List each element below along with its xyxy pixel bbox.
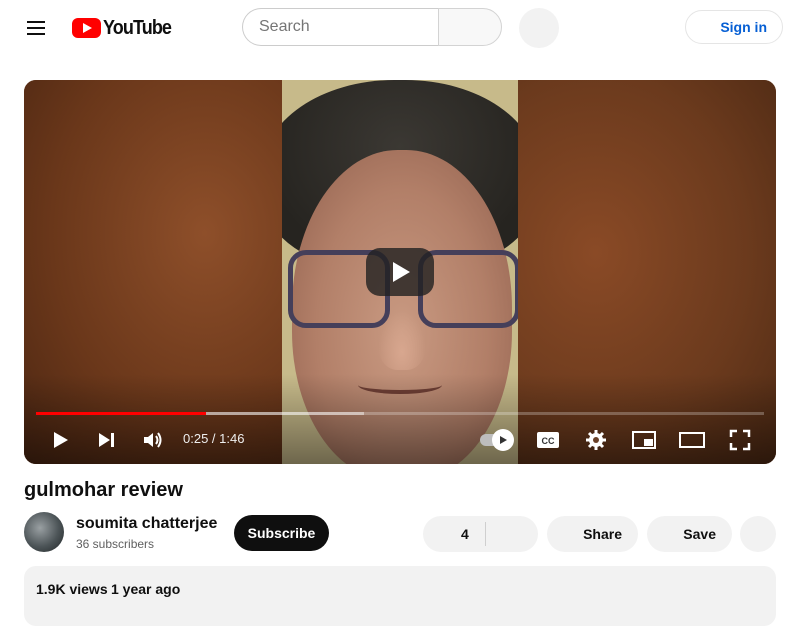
miniplayer-icon[interactable]	[628, 424, 660, 456]
share-button[interactable]: Share	[547, 516, 638, 552]
played-bar	[36, 412, 206, 415]
like-divider	[485, 522, 486, 546]
search-button[interactable]	[438, 8, 502, 46]
next-icon[interactable]	[90, 424, 122, 456]
channel-name[interactable]: soumita chatterjee	[76, 515, 217, 533]
youtube-logo[interactable]: YouTube	[72, 16, 179, 40]
volume-icon[interactable]	[137, 424, 169, 456]
subscribe-label: Subscribe	[247, 525, 316, 541]
save-label: Save	[683, 526, 716, 542]
description-box[interactable]: 1.9K views 1 year ago	[24, 566, 776, 626]
sign-in-label: Sign in	[720, 19, 767, 35]
svg-text:CC: CC	[542, 436, 555, 446]
fullscreen-icon[interactable]	[724, 424, 756, 456]
upload-date: 1 year ago	[111, 581, 181, 597]
subtitles-icon[interactable]: CC	[532, 424, 564, 456]
subscriber-count: 36 subscribers	[76, 537, 155, 551]
share-label: Share	[583, 526, 622, 542]
theater-icon[interactable]	[676, 424, 708, 456]
progress-bar[interactable]	[36, 412, 764, 415]
sign-in-button[interactable]: Sign in	[685, 10, 783, 44]
save-button[interactable]: Save	[647, 516, 732, 552]
search-input[interactable]	[242, 8, 438, 46]
masthead: YouTube Sign in	[0, 0, 800, 56]
logo-text: YouTube	[103, 16, 172, 39]
menu-icon[interactable]	[20, 12, 52, 44]
more-actions-button[interactable]	[740, 516, 776, 552]
view-count: 1.9K views	[36, 581, 108, 597]
like-dislike-group[interactable]: 4	[423, 516, 538, 552]
large-play-button[interactable]	[366, 248, 434, 296]
video-player[interactable]: 0:25 / 1:46 CC	[24, 80, 776, 464]
subscribe-button[interactable]: Subscribe	[234, 515, 329, 551]
autoplay-knob[interactable]	[492, 429, 514, 451]
settings-icon[interactable]	[580, 424, 612, 456]
video-title: gulmohar review	[24, 479, 183, 501]
channel-avatar[interactable]	[24, 512, 64, 552]
play-icon[interactable]	[44, 424, 76, 456]
time-display: 0:25 / 1:46	[183, 431, 245, 446]
like-count[interactable]: 4	[461, 526, 469, 542]
voice-search-button[interactable]	[519, 8, 559, 48]
youtube-logo-icon	[72, 18, 101, 38]
